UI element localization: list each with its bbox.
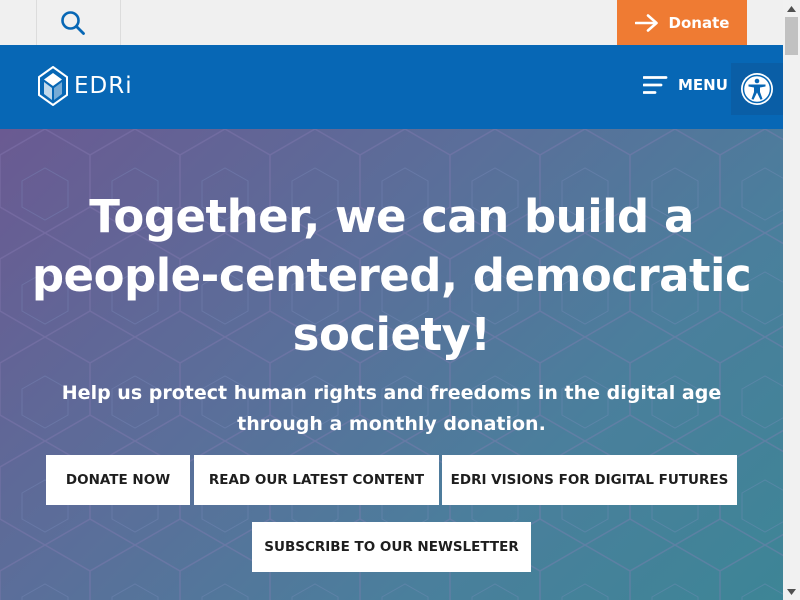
hero-section: Together, we can build a people-centered… — [0, 129, 783, 600]
edri-visions-button[interactable]: EDRI VISIONS FOR DIGITAL FUTURES — [442, 455, 737, 505]
edri-logo-mark — [38, 66, 68, 106]
hero-title-line-3: society! — [292, 308, 491, 361]
hero-title: Together, we can build a people-centered… — [0, 187, 783, 364]
scroll-thumb[interactable] — [785, 17, 798, 55]
donate-button[interactable]: Donate — [617, 0, 747, 45]
subscribe-newsletter-button[interactable]: SUBSCRIBE TO OUR NEWSLETTER — [252, 522, 531, 572]
edri-logo[interactable]: EDRi — [38, 66, 133, 106]
top-utility-bar: Donate — [0, 0, 783, 45]
donate-now-button[interactable]: DONATE NOW — [46, 455, 190, 505]
menu-label: MENU — [678, 76, 728, 94]
hero-title-line-2: people-centered, democratic — [31, 249, 752, 302]
read-latest-content-button[interactable]: READ OUR LATEST CONTENT — [194, 455, 439, 505]
hamburger-icon — [643, 76, 668, 94]
menu-button[interactable]: MENU — [643, 75, 728, 95]
accessibility-button[interactable] — [731, 63, 783, 115]
arrow-right-icon — [634, 13, 658, 32]
search-icon — [60, 10, 85, 35]
site-header: EDRi MENU — [0, 45, 783, 129]
scroll-up-arrow-icon — [787, 5, 796, 12]
search-button[interactable] — [36, 0, 121, 45]
accessibility-icon — [741, 73, 773, 105]
vertical-scrollbar[interactable] — [783, 0, 800, 600]
scroll-down-button[interactable] — [783, 583, 800, 600]
hero-subtitle: Help us protect human rights and freedom… — [61, 382, 722, 435]
donate-label: Donate — [668, 13, 730, 32]
scroll-down-arrow-icon — [787, 588, 796, 595]
logo-text: EDRi — [74, 73, 133, 99]
scroll-up-button[interactable] — [783, 0, 800, 17]
hero-title-line-1: Together, we can build a — [89, 190, 694, 243]
